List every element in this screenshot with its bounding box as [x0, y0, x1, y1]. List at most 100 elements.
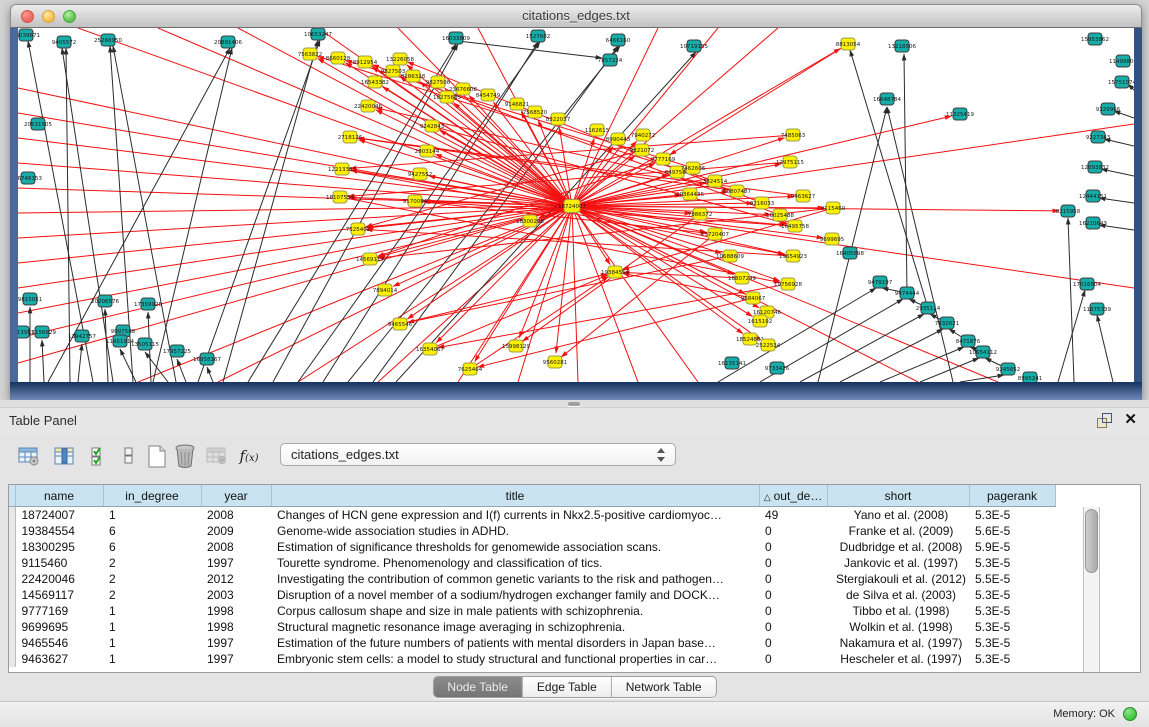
function-builder-icon[interactable]: f(x) [236, 443, 262, 469]
graph-node[interactable]: 22420046 [354, 100, 382, 112]
cell-pagerank[interactable]: 5.9E-5 [969, 539, 1055, 555]
column-header-short[interactable]: short [827, 485, 969, 507]
graph-node[interactable]: 20891406 [214, 36, 242, 48]
graph-node[interactable]: 10719155 [680, 40, 708, 52]
cell-pagerank[interactable]: 5.3E-5 [969, 635, 1055, 651]
window-titlebar[interactable]: citations_edges.txt [10, 4, 1142, 28]
graph-node[interactable]: 16648784 [873, 93, 901, 105]
cell-short[interactable]: Yano et al. (2008) [827, 507, 969, 524]
table-mode-icon[interactable] [16, 443, 42, 469]
cell-title[interactable]: Changes of HCN gene expression and I(f) … [271, 507, 759, 524]
cell-name[interactable]: 18724007 [15, 507, 103, 524]
cell-name[interactable]: 19384554 [15, 523, 103, 539]
graph-node[interactable]: 19654923 [779, 250, 807, 262]
graph-node[interactable]: 9474444 [895, 287, 920, 299]
cell-pagerank[interactable]: 5.3E-5 [969, 587, 1055, 603]
graph-node[interactable]: 9405572 [52, 36, 77, 48]
cell-out_degree[interactable]: 0 [759, 651, 827, 667]
cell-pagerank[interactable]: 5.3E-5 [969, 603, 1055, 619]
cell-title[interactable]: Tourette syndrome. Phenomenology and cla… [271, 555, 759, 571]
table-selector-dropdown[interactable]: citations_edges.txt [280, 443, 676, 466]
graph-node[interactable]: 16746153 [18, 172, 42, 184]
vertical-scrollbar[interactable] [1083, 507, 1100, 672]
graph-node[interactable]: 20531505 [24, 118, 52, 130]
graph-node[interactable]: 14569117 [356, 253, 384, 265]
delete-table-icon[interactable] [172, 443, 198, 469]
cell-title[interactable]: Structural magnetic resonance image aver… [271, 619, 759, 635]
graph-node[interactable]: 8912954 [353, 56, 378, 68]
cell-title[interactable]: Estimation of significance thresholds fo… [271, 539, 759, 555]
graph-node[interactable]: 9427552 [408, 168, 433, 180]
cell-short[interactable]: Dudbridge et al. (2008) [827, 539, 969, 555]
cell-title[interactable]: Embryonic stem cells: a model to study s… [271, 651, 759, 667]
graph-node[interactable]: 12444151 [1079, 190, 1107, 202]
table-row[interactable]: 946362711997Embryonic stem cells: a mode… [9, 651, 1055, 667]
cell-in_degree[interactable]: 6 [103, 523, 201, 539]
close-panel-icon[interactable]: ✕ [1124, 411, 1137, 429]
network-graph[interactable]: 1872400775638228660128891295413226058982… [18, 28, 1134, 382]
graph-node[interactable]: 9479197 [868, 276, 893, 288]
graph-node[interactable]: 2718126 [338, 131, 363, 143]
graph-node[interactable]: 16039671 [18, 29, 40, 41]
cell-out_degree[interactable]: 0 [759, 523, 827, 539]
cell-title[interactable]: Corpus callosum shape and size in male p… [271, 603, 759, 619]
column-header-pagerank[interactable]: pagerank [969, 485, 1055, 507]
cell-out_degree[interactable]: 0 [759, 539, 827, 555]
graph-node[interactable]: 16405898 [836, 247, 864, 259]
row-chooser-icon[interactable] [116, 443, 142, 469]
graph-node[interactable]: 8215958 [1056, 205, 1081, 217]
cell-year[interactable]: 2009 [201, 523, 271, 539]
graph-node[interactable]: 1527602 [526, 30, 551, 42]
cell-in_degree[interactable]: 2 [103, 587, 201, 603]
cell-in_degree[interactable]: 1 [103, 507, 201, 524]
column-chooser-icon[interactable] [52, 443, 78, 469]
table-row[interactable]: 969969511998Structural magnetic resonanc… [9, 619, 1055, 635]
graph-node[interactable]: 17359928 [134, 298, 162, 310]
network-canvas[interactable]: 1872400775638228660128891295413226058982… [18, 28, 1134, 382]
tab-network-table[interactable]: Network Table [612, 677, 716, 697]
cell-name[interactable]: 14569117 [15, 587, 103, 603]
cell-out_degree[interactable]: 0 [759, 571, 827, 587]
table-row[interactable]: 2242004622012Investigating the contribut… [9, 571, 1055, 587]
graph-node[interactable]: 7940272 [631, 129, 656, 141]
cell-short[interactable]: Tibbo et al. (1998) [827, 603, 969, 619]
column-header-out_degree[interactable]: △out_de… [759, 485, 827, 507]
graph-node[interactable]: 13505115 [131, 338, 159, 350]
cell-title[interactable]: Estimation of the future numbers of pati… [271, 635, 759, 651]
graph-node[interactable]: 9115460 [821, 202, 846, 214]
graph-node[interactable]: 7625464 [458, 363, 483, 375]
column-header-title[interactable]: title [271, 485, 759, 507]
new-table-icon[interactable] [144, 443, 170, 469]
graph-node[interactable]: 8990443 [606, 133, 631, 145]
graph-node[interactable]: 13218506 [888, 40, 916, 52]
cell-in_degree[interactable]: 1 [103, 603, 201, 619]
cell-out_degree[interactable]: 0 [759, 619, 827, 635]
panel-splitter[interactable] [0, 400, 1149, 408]
cell-year[interactable]: 1997 [201, 651, 271, 667]
graph-node[interactable]: 16958167 [193, 353, 221, 365]
cell-name[interactable]: 9463627 [15, 651, 103, 667]
float-panel-icon[interactable] [1097, 413, 1113, 427]
select-rows-icon[interactable] [86, 443, 112, 469]
graph-node[interactable]: 3824514 [703, 175, 728, 187]
cell-short[interactable]: Nakamura et al. (1997) [827, 635, 969, 651]
graph-node[interactable]: 8471876 [956, 335, 981, 347]
cell-out_degree[interactable]: 49 [759, 507, 827, 524]
cell-in_degree[interactable]: 1 [103, 635, 201, 651]
graph-node[interactable]: 11675339 [1083, 303, 1111, 315]
cell-out_degree[interactable]: 0 [759, 635, 827, 651]
import-table-icon[interactable] [204, 443, 230, 469]
cell-out_degree[interactable]: 0 [759, 603, 827, 619]
cell-year[interactable]: 2008 [201, 507, 271, 524]
graph-node[interactable]: 15720407 [701, 228, 729, 240]
graph-node[interactable]: 9815051 [18, 293, 42, 305]
graph-node[interactable]: 9146821 [505, 98, 530, 110]
graph-node[interactable]: 9733426 [765, 362, 790, 374]
graph-node[interactable]: 11156829 [28, 326, 56, 338]
graph-node[interactable]: 10653247 [304, 28, 332, 40]
tab-edge-table[interactable]: Edge Table [523, 677, 612, 697]
table-row[interactable]: 1830029562008Estimation of significance … [9, 539, 1055, 555]
cell-in_degree[interactable]: 2 [103, 555, 201, 571]
cell-name[interactable]: 9699695 [15, 619, 103, 635]
cell-pagerank[interactable]: 5.3E-5 [969, 619, 1055, 635]
